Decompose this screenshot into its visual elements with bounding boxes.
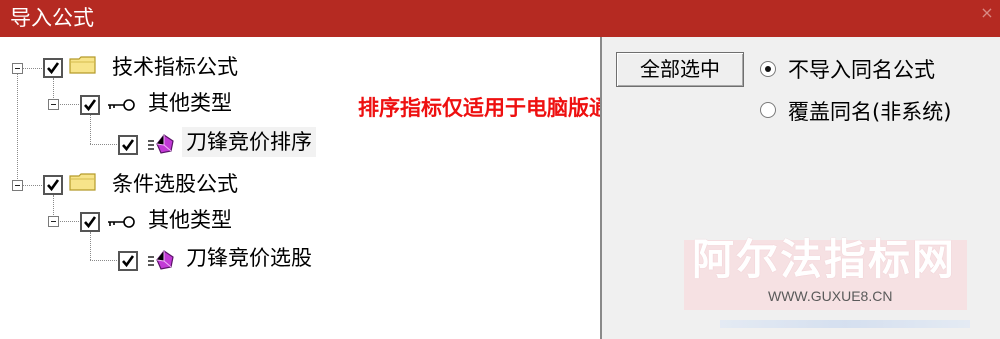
radio-dot — [765, 66, 771, 72]
checkmark-icon — [84, 216, 97, 229]
gem-icon — [148, 134, 174, 154]
node-checkbox[interactable] — [118, 251, 138, 271]
node-label: 其他类型 — [148, 208, 232, 232]
close-button[interactable]: × — [978, 4, 996, 22]
key-icon — [108, 216, 135, 228]
radio-label: 覆盖同名(非系统) — [788, 100, 952, 124]
tree-connector — [90, 260, 117, 261]
node-label: 条件选股公式 — [112, 172, 238, 196]
tree-connector — [22, 68, 42, 69]
node-label: 刀锋竞价排序 — [182, 127, 316, 157]
node-label: 技术指标公式 — [112, 55, 238, 79]
node-checkbox[interactable] — [43, 58, 63, 78]
watermark-url: WWW.GUXUE8.CN — [768, 288, 893, 304]
checkmark-icon — [122, 139, 135, 152]
tree-connector — [90, 144, 117, 145]
gem-icon — [148, 250, 174, 270]
formula-tree: 技术指标公式 其他类型 刀锋竞价排序 条件选股公式 其他类型 刀锋竞价选股 — [0, 37, 600, 339]
checkmark-icon — [47, 179, 60, 192]
node-checkbox[interactable] — [118, 135, 138, 155]
tree-connector — [22, 185, 42, 186]
radio-label: 不导入同名公式 — [788, 58, 935, 82]
node-checkbox[interactable] — [80, 95, 100, 115]
tree-connector — [57, 221, 79, 222]
watermark-stripe — [720, 320, 970, 328]
checkmark-icon — [47, 62, 60, 75]
collapse-toggle[interactable] — [48, 99, 59, 110]
radio-button[interactable] — [760, 102, 776, 118]
collapse-toggle[interactable] — [12, 180, 23, 191]
node-label: 其他类型 — [148, 91, 232, 115]
tree-connector — [90, 115, 91, 144]
key-icon — [108, 99, 135, 111]
watermark-title: 阿尔法指标网 — [692, 235, 957, 284]
window-title: 导入公式 — [10, 6, 94, 30]
checkmark-icon — [122, 255, 135, 268]
checkmark-icon — [84, 99, 97, 112]
node-checkbox[interactable] — [80, 212, 100, 232]
tree-connector — [57, 104, 79, 105]
folder-icon — [69, 56, 96, 74]
node-checkbox[interactable] — [43, 175, 63, 195]
title-bar: 导入公式 × — [0, 0, 1000, 37]
collapse-toggle[interactable] — [48, 216, 59, 227]
folder-icon — [69, 173, 96, 191]
collapse-toggle[interactable] — [12, 63, 23, 74]
select-all-button[interactable]: 全部选中 — [616, 52, 744, 87]
radio-button[interactable] — [760, 61, 776, 77]
tree-connector — [90, 232, 91, 260]
tree-connector — [17, 73, 18, 185]
node-label: 刀锋竞价选股 — [186, 246, 312, 270]
